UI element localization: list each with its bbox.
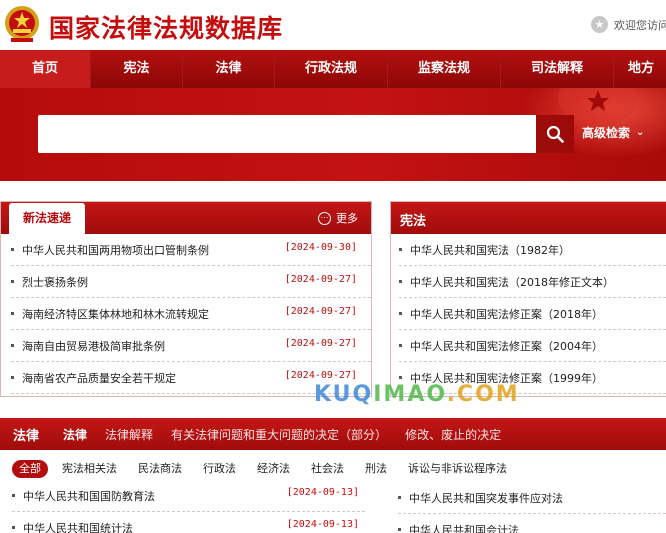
chip-procedural[interactable]: 诉讼与非诉讼程序法 — [408, 460, 507, 478]
chip-administrative[interactable]: 行政法 — [203, 460, 236, 478]
tab-new-laws[interactable]: 新法速递 — [9, 203, 85, 234]
search-input[interactable] — [38, 115, 536, 153]
list-item[interactable]: 中华人民共和国宪法修正案（2004年） — [399, 330, 666, 362]
watermark-part3: .COM — [446, 382, 520, 407]
more-link[interactable]: ⋯ 更多 — [318, 210, 358, 226]
item-date: [2024-09-27] — [284, 370, 357, 381]
welcome-area: ★ 欢迎您访问 — [591, 16, 666, 33]
chip-criminal[interactable]: 刑法 — [365, 460, 387, 478]
list-item[interactable]: 中华人民共和国会计法 — [398, 514, 666, 533]
bullet-icon — [11, 280, 14, 283]
item-title[interactable]: 中华人民共和国统计法 — [23, 520, 133, 533]
category-filter: 全部 宪法相关法 民法商法 行政法 经济法 社会法 刑法 诉讼与非诉讼程序法 — [12, 460, 528, 478]
chip-constitution-related[interactable]: 宪法相关法 — [62, 460, 117, 478]
site-title[interactable]: 国家法律法规数据库 — [49, 9, 283, 45]
main-nav: 首页 宪法 法律 行政法规 监察法规 司法解释 地方 — [0, 50, 666, 88]
item-date: [2024-09-27] — [284, 274, 357, 285]
search-icon — [546, 125, 564, 143]
chip-social[interactable]: 社会法 — [311, 460, 344, 478]
chevron-down-icon: ⌄ — [636, 127, 645, 138]
list-item[interactable]: 中华人民共和国宪法修正案（2018年） — [399, 298, 666, 330]
nav-item-judicial-interpretation[interactable]: 司法解释 — [501, 50, 614, 88]
watermark-logo: KUQIMAO.COM — [314, 382, 520, 407]
item-title[interactable]: 中华人民共和国突发事件应对法 — [409, 490, 563, 506]
item-title[interactable]: 中华人民共和国国防教育法 — [23, 488, 155, 504]
new-laws-panel: 新法速递 ⋯ 更多 中华人民共和国两用物项出口管制条例 [2024-09-30] … — [0, 201, 372, 397]
bullet-icon — [11, 344, 14, 347]
item-date: [2024-09-30] — [284, 242, 357, 253]
list-item[interactable]: 中华人民共和国国防教育法 [2024-09-13] — [12, 480, 365, 512]
list-item[interactable]: 中华人民共和国统计法 [2024-09-13] — [12, 512, 365, 533]
nav-item-constitution[interactable]: 宪法 — [91, 50, 183, 88]
more-icon: ⋯ — [318, 211, 331, 225]
item-date: [2024-09-27] — [284, 306, 357, 317]
bullet-icon — [399, 280, 402, 283]
item-title[interactable]: 中华人民共和国宪法修正案（2018年） — [410, 306, 666, 322]
item-title[interactable]: 中华人民共和国会计法 — [409, 522, 519, 533]
site-header: 国家法律法规数据库 ★ 欢迎您访问 — [0, 0, 666, 50]
tab-decisions[interactable]: 有关法律问题和重大问题的决定（部分） — [171, 426, 387, 443]
item-date: [2024-09-13] — [286, 487, 359, 498]
search-banner: 高级检索 ⌄ — [0, 88, 666, 181]
advanced-search-label: 高级检索 — [582, 126, 631, 140]
bullet-icon — [12, 526, 15, 529]
bullet-icon — [11, 248, 14, 251]
list-item[interactable]: 中华人民共和国宪法（2018年修正文本） — [399, 266, 666, 298]
bullet-icon — [399, 248, 402, 251]
list-item[interactable]: 中华人民共和国突发事件应对法 — [398, 482, 666, 514]
chip-economic[interactable]: 经济法 — [257, 460, 290, 478]
list-item[interactable]: 海南经济特区集体林地和林木流转规定 [2024-09-27] — [11, 298, 371, 330]
tab-law[interactable]: 法律 — [63, 426, 87, 443]
list-item[interactable]: 海南自由贸易港极简审批条例 [2024-09-27] — [11, 330, 371, 362]
star-icon: ★ — [591, 16, 608, 33]
list-item[interactable]: 中华人民共和国宪法（1982年） — [399, 234, 666, 266]
bullet-icon — [398, 496, 401, 499]
bullet-icon — [11, 376, 14, 379]
nav-item-administrative-regulations[interactable]: 行政法规 — [275, 50, 388, 88]
bullet-icon — [399, 312, 402, 315]
constitution-panel-header: 宪法 — [391, 202, 666, 234]
item-date: [2024-09-13] — [286, 519, 359, 530]
new-laws-panel-header: 新法速递 ⋯ 更多 — [1, 202, 371, 234]
bullet-icon — [399, 376, 402, 379]
nav-item-local[interactable]: 地方 — [614, 50, 666, 88]
list-item[interactable]: 中华人民共和国两用物项出口管制条例 [2024-09-30] — [11, 234, 371, 266]
search-button[interactable] — [536, 115, 574, 153]
watermark-part2: IMAO — [373, 382, 447, 407]
new-laws-list: 中华人民共和国两用物项出口管制条例 [2024-09-30] 烈士褒扬条例 [202… — [1, 234, 371, 394]
bullet-icon — [399, 344, 402, 347]
law-panel-title: 法律 — [13, 428, 40, 444]
chip-all[interactable]: 全部 — [12, 460, 48, 478]
chip-civil-commercial[interactable]: 民法商法 — [138, 460, 182, 478]
constitution-list: 中华人民共和国宪法（1982年） 中华人民共和国宪法（2018年修正文本） 中华… — [391, 234, 666, 394]
watermark-part1: KUQ — [314, 382, 374, 407]
bullet-icon — [11, 312, 14, 315]
item-title[interactable]: 中华人民共和国宪法（1982年） — [410, 242, 666, 258]
more-label: 更多 — [336, 212, 358, 225]
list-item[interactable]: 烈士褒扬条例 [2024-09-27] — [11, 266, 371, 298]
nav-item-home[interactable]: 首页 — [0, 50, 91, 88]
law-list-left: 中华人民共和国国防教育法 [2024-09-13] 中华人民共和国统计法 [2024… — [12, 480, 365, 533]
item-title[interactable]: 中华人民共和国宪法（2018年修正文本） — [410, 274, 666, 290]
constitution-panel-title[interactable]: 宪法 — [400, 210, 426, 229]
law-list-right: 中华人民共和国突发事件应对法 中华人民共和国会计法 — [398, 482, 666, 533]
advanced-search-button[interactable]: 高级检索 ⌄ — [582, 124, 644, 141]
constitution-panel: 宪法 中华人民共和国宪法（1982年） 中华人民共和国宪法（2018年修正文本）… — [390, 201, 666, 397]
bullet-icon — [12, 494, 15, 497]
tab-law-interpretation[interactable]: 法律解释 — [105, 426, 153, 443]
welcome-text: 欢迎您访问 — [614, 18, 666, 32]
nav-item-supervisory-regulations[interactable]: 监察法规 — [388, 50, 501, 88]
item-title[interactable]: 中华人民共和国宪法修正案（2004年） — [410, 338, 666, 354]
bullet-icon — [398, 528, 401, 531]
tab-amend-repeal[interactable]: 修改、废止的决定 — [405, 426, 501, 443]
nav-item-law[interactable]: 法律 — [183, 50, 275, 88]
item-date: [2024-09-27] — [284, 338, 357, 349]
national-emblem-icon[interactable] — [3, 4, 41, 44]
law-panel-header: 法律 法律 法律解释 有关法律问题和重大问题的决定（部分） 修改、废止的决定 — [0, 418, 666, 450]
